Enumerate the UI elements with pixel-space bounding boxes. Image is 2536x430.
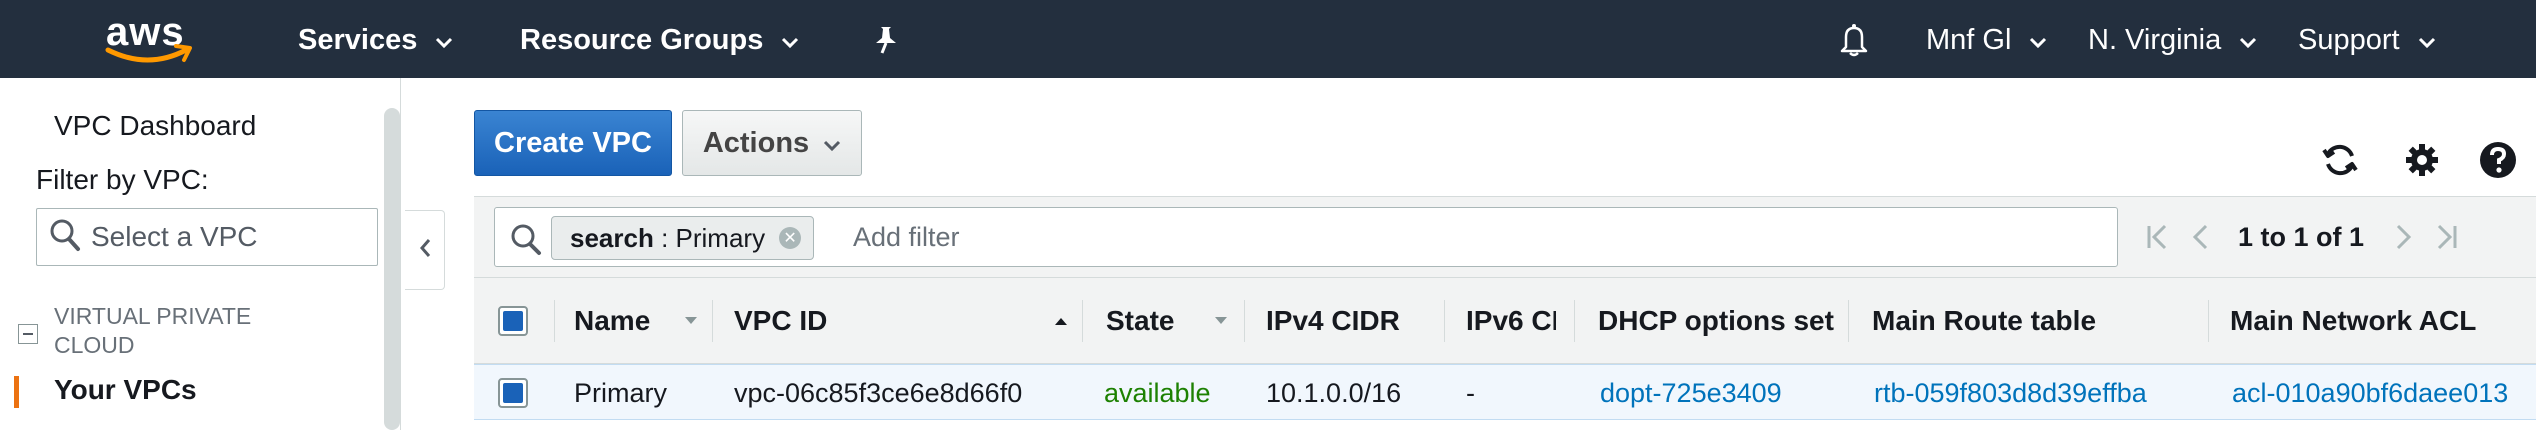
- services-label: Services: [298, 23, 418, 56]
- resource-groups-label: Resource Groups: [520, 23, 764, 56]
- actions-label: Actions: [702, 126, 810, 159]
- pagination: 1 to 1 of 1: [2140, 215, 2470, 259]
- remove-filter-icon[interactable]: ✕: [779, 227, 802, 249]
- filter-token-key: search: [570, 222, 654, 253]
- aws-logo[interactable]: aws: [104, 10, 196, 66]
- sort-ascending-icon[interactable]: [1054, 278, 1074, 364]
- account-label: Mnf Gl: [1926, 23, 2012, 56]
- cell-state: available: [1104, 377, 1211, 408]
- sidebar-collapse-button[interactable]: [405, 210, 445, 290]
- vpc-filter-placeholder: Select a VPC: [91, 221, 258, 252]
- actions-button[interactable]: Actions: [682, 110, 862, 176]
- services-menu[interactable]: Services: [298, 22, 453, 58]
- chevron-down-icon: [435, 24, 453, 57]
- active-item-marker: [14, 376, 19, 408]
- add-filter-placeholder[interactable]: Add filter: [853, 222, 960, 253]
- collapse-section-icon[interactable]: [18, 324, 38, 344]
- column-header-main-route-table[interactable]: Main Route table: [1872, 278, 2202, 364]
- cell-dhcp-options-link[interactable]: dopt-725e3409: [1600, 365, 1840, 421]
- filter-token-separator: :: [653, 222, 676, 253]
- chevron-left-icon: [418, 237, 432, 264]
- filter-token[interactable]: search : Primary ✕: [551, 216, 815, 260]
- cell-main-network-acl-link[interactable]: acl-010a90bf6daee013: [2232, 365, 2536, 421]
- sidebar-section-vpc: VIRTUAL PRIVATE CLOUD: [54, 303, 252, 358]
- column-header-vpc-id[interactable]: VPC ID: [734, 278, 934, 364]
- chevron-down-icon: [2418, 24, 2436, 57]
- previous-page-icon[interactable]: [2182, 219, 2218, 255]
- chevron-down-icon: [2239, 24, 2257, 57]
- resource-groups-menu[interactable]: Resource Groups: [520, 22, 799, 58]
- sidebar-item-your-vpcs[interactable]: Your VPCs: [54, 374, 197, 406]
- column-header-ipv4-cidr[interactable]: IPv4 CIDR: [1266, 278, 1436, 364]
- vpc-table: Name VPC ID State IPv4 CIDR IPv6 CI DHCP…: [474, 278, 2536, 430]
- chevron-down-icon: [2029, 24, 2047, 57]
- first-page-icon[interactable]: [2140, 219, 2176, 255]
- support-label: Support: [2298, 23, 2400, 56]
- column-header-state[interactable]: State: [1106, 278, 1216, 364]
- account-menu[interactable]: Mnf Gl: [1926, 22, 2047, 58]
- sidebar: VPC Dashboard Filter by VPC: Select a VP…: [0, 78, 400, 430]
- chevron-down-icon: [781, 24, 799, 57]
- cell-name: Primary: [574, 377, 667, 408]
- cell-ipv6-cidr: -: [1466, 377, 1475, 408]
- sort-icon[interactable]: [684, 278, 704, 364]
- last-page-icon[interactable]: [2428, 219, 2464, 255]
- next-page-icon[interactable]: [2386, 219, 2422, 255]
- help-icon[interactable]: [2478, 140, 2518, 180]
- row-checkbox[interactable]: [498, 365, 538, 421]
- search-filter-input[interactable]: search : Primary ✕ Add filter: [494, 207, 2118, 267]
- select-all-checkbox[interactable]: [498, 278, 538, 364]
- sort-icon[interactable]: [1214, 278, 1234, 364]
- pin-icon[interactable]: [872, 22, 900, 58]
- column-header-dhcp-options[interactable]: DHCP options set: [1598, 278, 1834, 364]
- table-row[interactable]: Primary vpc-06c85f3ce6e8d66f0 available …: [474, 364, 2536, 420]
- cell-main-route-table-link[interactable]: rtb-059f803d8d39effba: [1874, 365, 2208, 421]
- support-menu[interactable]: Support: [2298, 22, 2436, 58]
- page-info: 1 to 1 of 1: [2238, 221, 2365, 252]
- filter-token-value: Primary: [675, 222, 766, 253]
- region-label: N. Virginia: [2088, 23, 2222, 56]
- cell-ipv4-cidr: 10.1.0.0/16: [1266, 377, 1402, 408]
- column-header-ipv6-cidr[interactable]: IPv6 CI: [1466, 278, 1556, 364]
- refresh-icon[interactable]: [2320, 140, 2360, 180]
- region-menu[interactable]: N. Virginia: [2088, 22, 2257, 58]
- sidebar-scrollbar[interactable]: [384, 108, 400, 430]
- create-vpc-button[interactable]: Create VPC: [474, 110, 672, 176]
- filter-bar: search : Primary ✕ Add filter 1 to 1 of …: [474, 196, 2536, 278]
- search-icon: [509, 222, 543, 261]
- chevron-down-icon: [823, 127, 841, 160]
- sidebar-divider: [400, 78, 401, 430]
- top-navigation: aws Services Resource Groups Mnf Gl N. V…: [0, 0, 2536, 78]
- search-icon: [49, 218, 81, 257]
- vpc-filter-select[interactable]: Select a VPC: [36, 208, 378, 266]
- aws-smile-icon: [105, 44, 192, 63]
- filter-by-vpc-label: Filter by VPC:: [36, 164, 209, 195]
- sidebar-item-vpc-dashboard[interactable]: VPC Dashboard: [54, 110, 256, 142]
- gear-icon[interactable]: [2402, 140, 2442, 180]
- table-header: Name VPC ID State IPv4 CIDR IPv6 CI DHCP…: [474, 278, 2536, 364]
- bell-icon[interactable]: [1838, 22, 1870, 58]
- column-header-name[interactable]: Name: [574, 278, 694, 364]
- column-header-main-network-acl[interactable]: Main Network ACL: [2230, 278, 2536, 364]
- cell-vpc-id: vpc-06c85f3ce6e8d66f0: [734, 377, 1023, 408]
